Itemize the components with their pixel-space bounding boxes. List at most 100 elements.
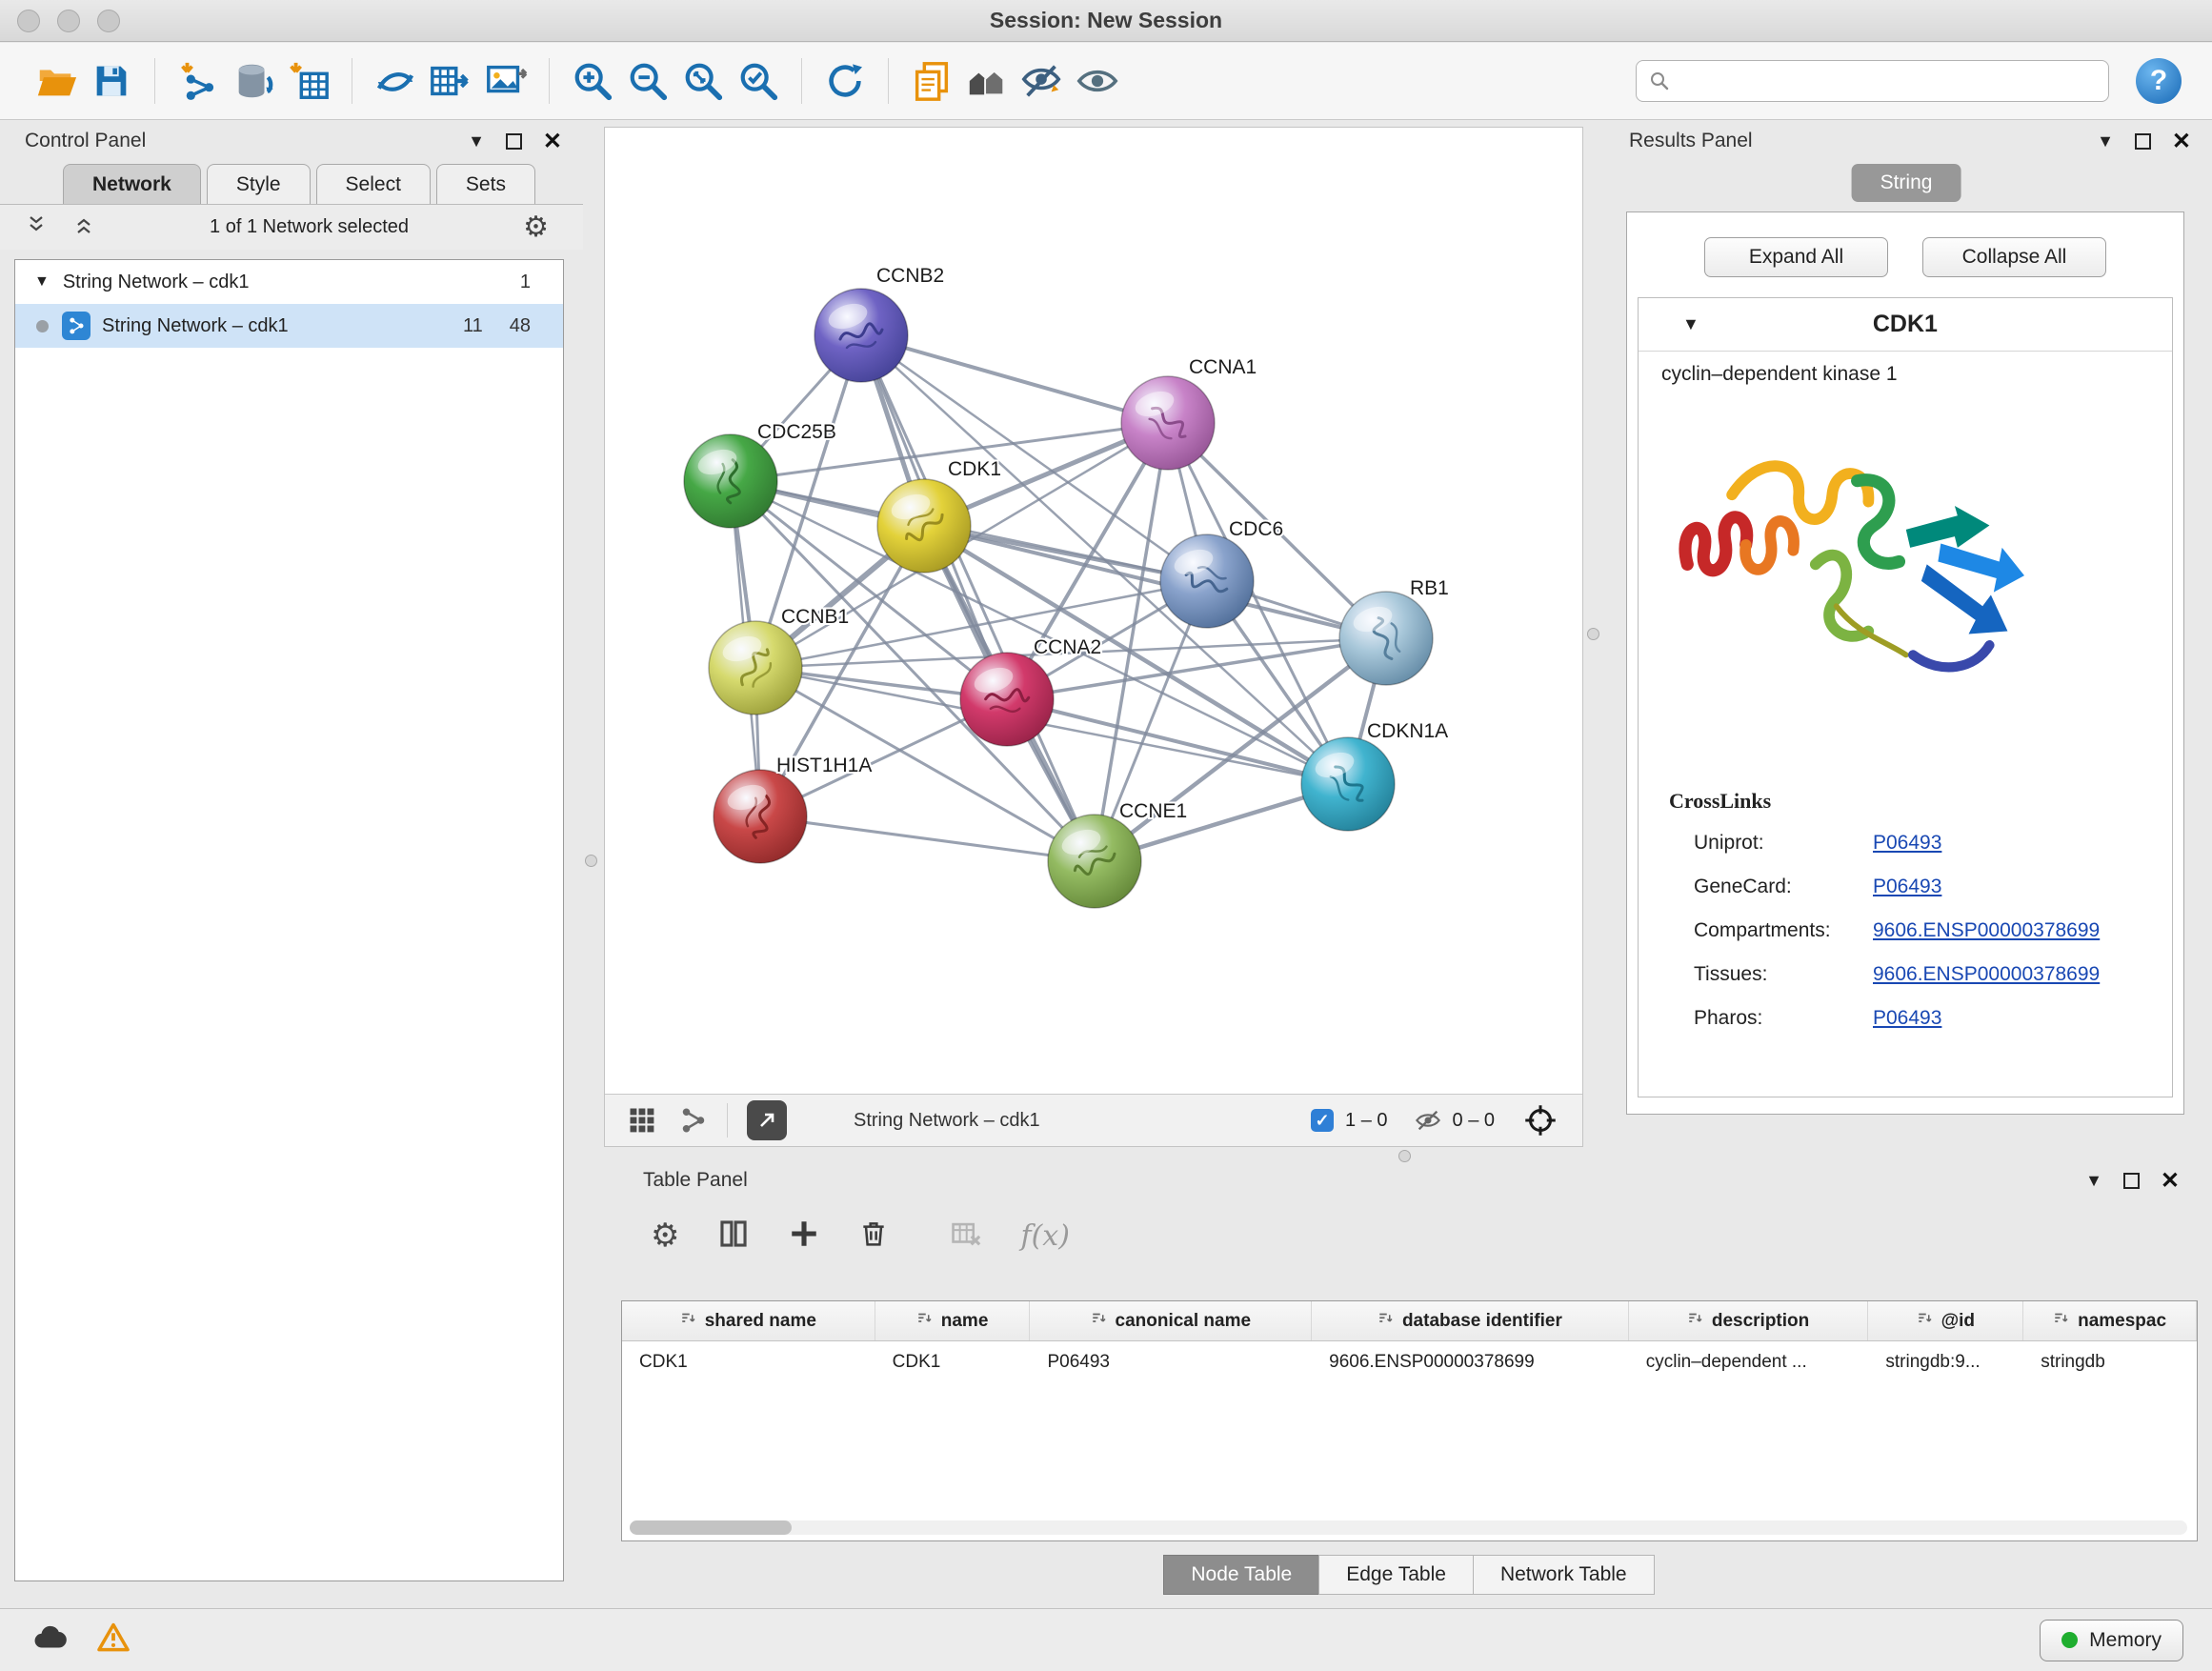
- tab-sets[interactable]: Sets: [436, 164, 535, 204]
- table-row[interactable]: CDK1CDK1P064939606.ENSP00000378699cyclin…: [622, 1341, 2197, 1383]
- collapse-all-button[interactable]: Collapse All: [1922, 237, 2106, 277]
- import-table-icon[interactable]: [281, 53, 336, 109]
- zoom-selected-icon[interactable]: [731, 53, 786, 109]
- zoom-fit-icon[interactable]: [675, 53, 731, 109]
- node-CCNA1[interactable]: [1121, 376, 1215, 470]
- network-view-toolbar: String Network – cdk1 ✓ 1 – 0 0 – 0: [605, 1094, 1582, 1146]
- node-CDKN1A[interactable]: [1301, 737, 1395, 831]
- column-header-description[interactable]: description: [1629, 1301, 1869, 1340]
- column-header-database-identifier[interactable]: database identifier: [1312, 1301, 1629, 1340]
- houses-icon[interactable]: [959, 53, 1015, 109]
- save-session-icon[interactable]: [84, 53, 139, 109]
- results-panel-title: Results Panel: [1629, 130, 1753, 152]
- import-network-database-icon[interactable]: [226, 53, 281, 109]
- tab-network[interactable]: Network: [63, 164, 201, 204]
- open-in-new-icon[interactable]: [747, 1100, 787, 1140]
- toolbar-separator: [549, 58, 550, 104]
- node-CCNE1[interactable]: [1048, 815, 1141, 908]
- left-splitter-handle[interactable]: [585, 855, 597, 867]
- crosslink-link[interactable]: 9606.ENSP00000378699: [1873, 919, 2100, 942]
- toolbar-separator: [154, 58, 155, 104]
- close-panel-icon[interactable]: ✕: [2161, 1167, 2180, 1195]
- node-label-CDK1: CDK1: [948, 458, 1001, 480]
- crosslink-link[interactable]: P06493: [1873, 876, 1941, 898]
- share-view-icon[interactable]: [679, 1106, 708, 1135]
- node-CDK1[interactable]: [877, 479, 971, 573]
- protein-description: cyclin–dependent kinase 1: [1639, 352, 2172, 390]
- horizontal-scrollbar[interactable]: [630, 1520, 2187, 1535]
- network-row[interactable]: String Network – cdk1 11 48: [15, 304, 563, 348]
- selected-checkbox-icon[interactable]: ✓: [1311, 1109, 1334, 1132]
- section-collapse-icon[interactable]: ▼: [1682, 314, 1699, 334]
- zoom-in-icon[interactable]: [565, 53, 620, 109]
- expand-all-icon[interactable]: [72, 213, 95, 242]
- tab-edge-table[interactable]: Edge Table: [1318, 1555, 1474, 1595]
- collapse-all-icon[interactable]: [25, 213, 48, 242]
- crosslink-label: Uniprot:: [1694, 832, 1873, 855]
- add-column-icon[interactable]: [788, 1218, 820, 1255]
- tree-expand-icon[interactable]: ▼: [34, 273, 50, 291]
- export-table-icon[interactable]: [423, 53, 478, 109]
- node-HIST1H1A[interactable]: [714, 770, 807, 863]
- node-RB1[interactable]: [1339, 592, 1433, 685]
- gear-icon[interactable]: ⚙: [523, 211, 549, 244]
- table-settings-icon[interactable]: ⚙: [651, 1217, 679, 1255]
- column-header-namespac[interactable]: namespac: [2023, 1301, 2197, 1340]
- protein-section-header[interactable]: ▼ CDK1: [1639, 298, 2172, 352]
- scrollbar-thumb[interactable]: [630, 1520, 792, 1535]
- export-image-icon[interactable]: [478, 53, 533, 109]
- grid-mode-icon[interactable]: [628, 1106, 656, 1135]
- close-panel-icon[interactable]: ✕: [2172, 128, 2191, 155]
- tab-select[interactable]: Select: [316, 164, 431, 204]
- node-CCNA2[interactable]: [960, 653, 1054, 746]
- node-CDC6[interactable]: [1160, 534, 1254, 628]
- search-input[interactable]: [1680, 70, 2097, 92]
- panel-menu-icon[interactable]: ▼: [2085, 1171, 2102, 1191]
- open-session-icon[interactable]: [29, 53, 84, 109]
- search-icon: [1648, 70, 1671, 92]
- float-panel-icon[interactable]: [2135, 133, 2151, 150]
- table-cell: CDK1: [875, 1352, 1031, 1373]
- float-panel-icon[interactable]: [506, 133, 522, 150]
- close-panel-icon[interactable]: ✕: [543, 128, 562, 155]
- crosslink-link[interactable]: 9606.ENSP00000378699: [1873, 963, 2100, 986]
- cloud-icon[interactable]: [30, 1618, 70, 1662]
- delete-column-icon[interactable]: [858, 1218, 889, 1254]
- crosslink-link[interactable]: P06493: [1873, 1007, 1941, 1030]
- expand-all-button[interactable]: Expand All: [1704, 237, 1888, 277]
- column-header-name[interactable]: name: [875, 1301, 1031, 1340]
- crosslink-link[interactable]: P06493: [1873, 832, 1941, 855]
- refresh-icon[interactable]: [817, 53, 873, 109]
- search-field[interactable]: [1636, 60, 2109, 102]
- help-icon[interactable]: ?: [2136, 58, 2182, 104]
- import-network-file-icon[interactable]: [171, 53, 226, 109]
- node-CDC25B[interactable]: [684, 434, 777, 528]
- zoom-out-icon[interactable]: [620, 53, 675, 109]
- eye-icon[interactable]: [1070, 53, 1125, 109]
- columns-icon[interactable]: [717, 1218, 750, 1255]
- column-header-canonical-name[interactable]: canonical name: [1030, 1301, 1312, 1340]
- warning-icon[interactable]: [95, 1620, 131, 1661]
- node-CCNB1[interactable]: [709, 621, 802, 715]
- tab-style[interactable]: Style: [207, 164, 311, 204]
- bottom-splitter-handle[interactable]: [1398, 1150, 1411, 1162]
- column-header-shared-name[interactable]: shared name: [622, 1301, 875, 1340]
- right-splitter-handle[interactable]: [1587, 628, 1599, 640]
- crosshair-icon[interactable]: [1523, 1103, 1558, 1137]
- eye-edit-icon[interactable]: [1015, 53, 1070, 109]
- network-arrows-icon[interactable]: [368, 53, 423, 109]
- node-CCNB2[interactable]: [814, 289, 908, 382]
- float-panel-icon[interactable]: [2123, 1173, 2140, 1189]
- panel-menu-icon[interactable]: ▼: [2097, 131, 2114, 151]
- duplicate-document-icon[interactable]: [904, 53, 959, 109]
- tab-string[interactable]: String: [1852, 164, 1961, 202]
- tab-network-table[interactable]: Network Table: [1473, 1555, 1655, 1595]
- tab-node-table[interactable]: Node Table: [1163, 1555, 1319, 1595]
- edge-HIST1H1A-CCNE1[interactable]: [760, 816, 1095, 861]
- panel-menu-icon[interactable]: ▼: [468, 131, 485, 151]
- edge-CCNB2-CCNE1[interactable]: [861, 335, 1095, 861]
- network-canvas[interactable]: CCNB2CCNA1CDC25BCDK1CDC6RB1CCNB1CCNA2CDK…: [605, 128, 1582, 1094]
- column-header--id[interactable]: @id: [1868, 1301, 2023, 1340]
- network-collection-row[interactable]: ▼ String Network – cdk1 1: [15, 260, 563, 304]
- memory-button[interactable]: Memory: [2040, 1620, 2183, 1661]
